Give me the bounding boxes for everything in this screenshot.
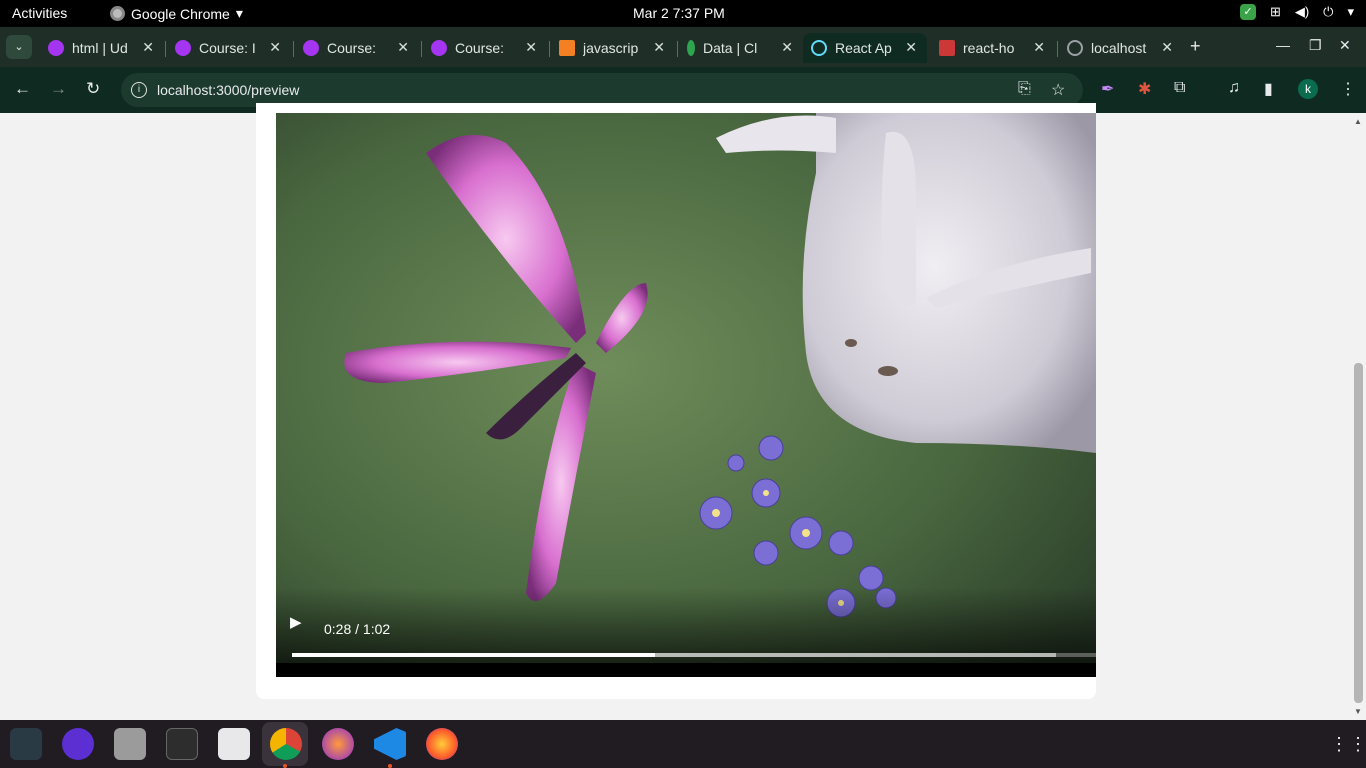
show-apps-grid-icon[interactable]: ⋮⋮⋮: [1330, 734, 1366, 755]
address-bar[interactable]: i localhost:3000/preview ⎘ ☆: [121, 73, 1083, 107]
url-text[interactable]: localhost:3000/preview: [157, 82, 299, 98]
taskbar-dock: ⋮⋮⋮: [0, 720, 1366, 768]
page-scrollbar[interactable]: ▲ ▼: [1351, 113, 1366, 720]
chrome-icon: [110, 6, 125, 21]
extensions-puzzle-icon[interactable]: ⧉: [1174, 79, 1185, 97]
udemy-icon: [48, 40, 64, 56]
app-name: Google Chrome: [131, 5, 230, 22]
minimize-icon[interactable]: —: [1276, 37, 1290, 53]
media-control-icon[interactable]: ♫: [1228, 79, 1240, 97]
forward-arrow-icon[interactable]: →: [50, 79, 67, 99]
close-icon[interactable]: ✕: [905, 39, 917, 56]
tab[interactable]: Course: I ✕: [167, 33, 291, 63]
globe-icon: [1067, 40, 1083, 56]
tab-title: javascrip: [583, 40, 639, 56]
kebab-menu-icon[interactable]: ⋮: [1340, 79, 1356, 99]
tab[interactable]: Data | Cl ✕: [679, 33, 803, 63]
udemy-icon: [303, 40, 319, 56]
stackoverflow-icon: [559, 40, 575, 56]
video-player[interactable]: ▶ 0:28 / 1:02: [276, 113, 1096, 677]
tab[interactable]: localhost ✕: [1059, 33, 1183, 63]
react-icon: [811, 40, 827, 56]
system-monitor-icon[interactable]: [10, 728, 42, 760]
tab[interactable]: html | Ud ✕: [40, 33, 164, 63]
new-tab-button[interactable]: +: [1190, 36, 1201, 57]
volume-icon[interactable]: ◀): [1295, 4, 1309, 20]
play-icon[interactable]: ▶: [290, 613, 310, 643]
install-app-icon[interactable]: ⎘: [1018, 80, 1031, 98]
extension-bug-icon[interactable]: ✱: [1138, 79, 1151, 99]
terminal-icon[interactable]: [166, 728, 198, 760]
google-chrome-icon[interactable]: [270, 728, 302, 760]
time-display: 0:28 / 1:02: [324, 621, 391, 637]
played-range: [292, 653, 655, 657]
reload-icon[interactable]: ↻: [86, 79, 100, 99]
network-icon[interactable]: ⊞: [1270, 4, 1281, 20]
tab-search-button[interactable]: ⌄: [6, 35, 32, 59]
npm-icon: [939, 40, 955, 56]
close-icon[interactable]: ✕: [269, 39, 281, 56]
system-tray[interactable]: ✓ ⊞ ◀) ⏻ ▾: [1239, 4, 1354, 20]
system-top-bar: Activities Google Chrome ▾ Mar 2 7:37 PM…: [0, 0, 1366, 27]
seek-bar[interactable]: [292, 653, 1096, 657]
vscode-icon[interactable]: [374, 728, 406, 760]
close-icon[interactable]: ✕: [397, 39, 409, 56]
firefox-dev-icon[interactable]: [322, 728, 354, 760]
tab[interactable]: javascrip ✕: [551, 33, 675, 63]
tab-active[interactable]: React Ap ✕: [803, 33, 927, 63]
tab-title: react-ho: [963, 40, 1015, 56]
tab-title: React Ap: [835, 40, 892, 56]
scroll-thumb[interactable]: [1354, 363, 1363, 703]
app-menu[interactable]: Google Chrome ▾: [110, 5, 243, 22]
extension-feather-icon[interactable]: ✒: [1101, 79, 1114, 99]
udemy-icon: [431, 40, 447, 56]
udemy-icon: [175, 40, 191, 56]
tab[interactable]: Course: ✕: [295, 33, 419, 63]
site-info-icon[interactable]: i: [131, 82, 147, 98]
mongodb-leaf-icon: [687, 40, 695, 56]
tab[interactable]: Course: ✕: [423, 33, 547, 63]
scroll-down-arrow-icon[interactable]: ▼: [1354, 707, 1362, 716]
tab-title: Course:: [455, 40, 505, 56]
close-window-icon[interactable]: ✕: [1339, 37, 1351, 54]
close-icon[interactable]: ✕: [781, 39, 793, 56]
page-viewport: ▶ 0:28 / 1:02 ▲ ▼: [0, 103, 1366, 720]
close-icon[interactable]: ✕: [1033, 39, 1045, 56]
screen-recorder-icon[interactable]: [62, 728, 94, 760]
shield-icon[interactable]: ✓: [1239, 4, 1256, 20]
power-icon[interactable]: ⏻: [1323, 4, 1333, 20]
profile-avatar[interactable]: k: [1298, 79, 1318, 99]
tab-title: Data | Cl: [703, 40, 758, 56]
side-panel-icon[interactable]: ▮: [1264, 79, 1273, 99]
text-editor-icon[interactable]: [218, 728, 250, 760]
close-icon[interactable]: ✕: [525, 39, 537, 56]
clock[interactable]: Mar 2 7:37 PM: [633, 5, 725, 21]
video-letterbox: [276, 663, 1096, 677]
close-icon[interactable]: ✕: [142, 39, 154, 56]
scroll-up-arrow-icon[interactable]: ▲: [1354, 117, 1362, 126]
firefox-icon[interactable]: [426, 728, 458, 760]
chevron-down-icon: ▾: [235, 5, 243, 21]
tab-title: html | Ud: [72, 40, 128, 56]
restore-icon[interactable]: ❐: [1309, 37, 1322, 54]
tab-title: Course:: [327, 40, 377, 56]
bookmark-star-icon[interactable]: ☆: [1051, 80, 1065, 100]
activities-button[interactable]: Activities: [12, 5, 67, 21]
close-icon[interactable]: ✕: [653, 39, 665, 56]
tab-strip: ⌄ html | Ud ✕ Course: I ✕ Course: ✕ Cour…: [0, 27, 1366, 67]
close-icon[interactable]: ✕: [1161, 39, 1173, 56]
tab-title: localhost: [1091, 40, 1147, 56]
files-icon[interactable]: [114, 728, 146, 760]
chevron-down-icon[interactable]: ▾: [1347, 4, 1354, 20]
tab-title: Course: I: [199, 40, 256, 56]
back-arrow-icon[interactable]: ←: [14, 79, 31, 99]
tab[interactable]: react-ho ✕: [931, 33, 1055, 63]
